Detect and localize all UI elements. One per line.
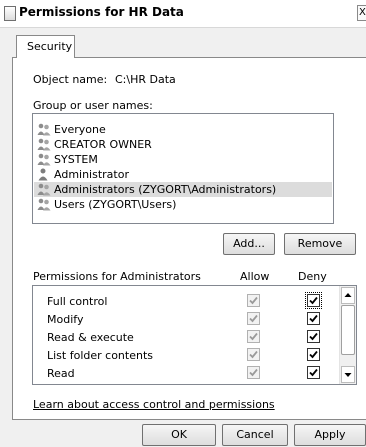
permission-name: Read xyxy=(47,367,75,380)
title-bar: Permissions for HR Data X xyxy=(0,0,366,28)
deny-checkbox[interactable] xyxy=(307,348,320,361)
permission-name: Full control xyxy=(47,295,108,308)
allow-column-header: Allow xyxy=(240,270,270,283)
list-item[interactable]: Users (ZYGORT\Users) xyxy=(34,197,332,212)
group-icon xyxy=(37,138,51,151)
user-icon xyxy=(38,168,48,181)
tab-security-label: Security xyxy=(27,40,73,53)
user-name: Users (ZYGORT\Users) xyxy=(54,198,177,211)
learn-more-link[interactable]: Learn about access control and permissio… xyxy=(33,398,275,411)
scroll-up-arrow[interactable] xyxy=(341,287,355,304)
group-icon xyxy=(37,198,51,211)
cancel-button[interactable]: Cancel xyxy=(222,424,288,446)
permission-row: Full control xyxy=(33,292,337,310)
permissions-list[interactable]: Full control Modify Read & execute List … xyxy=(32,285,357,385)
deny-checkbox[interactable] xyxy=(307,312,320,325)
permission-name: Modify xyxy=(47,313,84,326)
window-title: Permissions for HR Data xyxy=(19,5,184,19)
permission-row: Read & execute xyxy=(33,328,337,346)
group-icon xyxy=(37,183,51,196)
list-item[interactable]: CREATOR OWNER xyxy=(34,137,332,152)
allow-checkbox[interactable] xyxy=(247,366,260,379)
permission-row: Read xyxy=(33,364,337,382)
apply-button[interactable]: Apply xyxy=(294,424,366,446)
deny-checkbox[interactable] xyxy=(307,330,320,343)
user-name: SYSTEM xyxy=(54,153,98,166)
close-button[interactable]: X xyxy=(357,5,366,21)
user-name: Administrator xyxy=(54,168,129,181)
user-name: Everyone xyxy=(54,123,106,136)
object-name-label: Object name: xyxy=(33,73,108,86)
list-item[interactable]: SYSTEM xyxy=(34,152,332,167)
list-item[interactable]: Everyone xyxy=(34,122,332,137)
allow-checkbox[interactable] xyxy=(247,348,260,361)
allow-checkbox[interactable] xyxy=(247,312,260,325)
deny-checkbox[interactable] xyxy=(307,366,320,379)
allow-checkbox[interactable] xyxy=(247,330,260,343)
allow-checkbox[interactable] xyxy=(247,294,260,307)
arrow-up-icon xyxy=(344,293,352,297)
group-list-label: Group or user names: xyxy=(33,99,153,112)
permissions-scrollbar[interactable] xyxy=(339,286,356,384)
group-icon xyxy=(37,153,51,166)
user-name: CREATOR OWNER xyxy=(54,138,152,151)
group-user-list[interactable]: Everyone CREATOR OWNER SYSTEM Administra… xyxy=(32,113,334,224)
object-name-value: C:\HR Data xyxy=(115,73,176,86)
permission-row: Modify xyxy=(33,310,337,328)
permissions-header: Permissions for Administrators xyxy=(33,270,201,283)
list-item[interactable]: Administrator xyxy=(34,167,332,182)
scroll-thumb[interactable] xyxy=(341,305,355,355)
tab-security[interactable]: Security xyxy=(16,35,75,58)
deny-column-header: Deny xyxy=(298,270,327,283)
scroll-down-arrow[interactable] xyxy=(341,366,355,383)
list-item-selected[interactable]: Administrators (ZYGORT\Administrators) xyxy=(34,182,332,197)
ok-button[interactable]: OK xyxy=(142,424,216,446)
add-button[interactable]: Add... xyxy=(223,233,275,255)
user-name: Administrators (ZYGORT\Administrators) xyxy=(54,183,277,196)
permission-row: List folder contents xyxy=(33,346,337,364)
group-icon xyxy=(37,123,51,136)
arrow-down-icon xyxy=(344,373,352,377)
permission-name: List folder contents xyxy=(47,349,153,362)
permission-name: Read & execute xyxy=(47,331,134,344)
folder-icon xyxy=(4,6,16,21)
deny-checkbox[interactable] xyxy=(307,294,320,307)
remove-button[interactable]: Remove xyxy=(284,233,356,255)
